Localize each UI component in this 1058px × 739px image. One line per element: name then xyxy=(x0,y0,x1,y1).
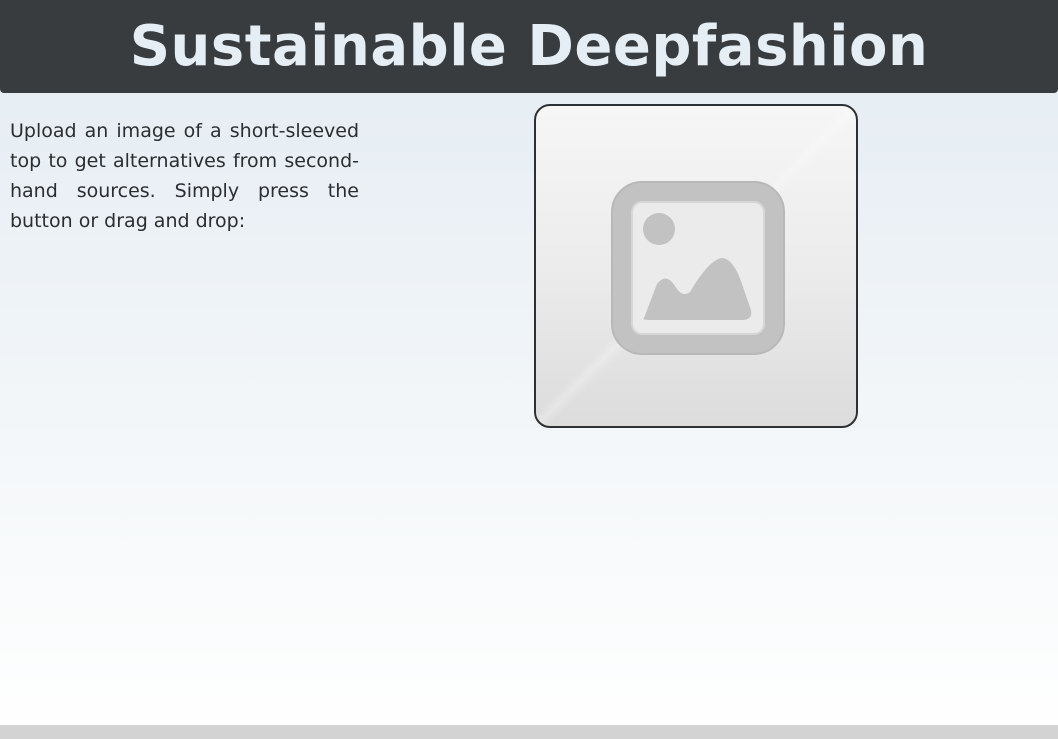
page-title: Sustainable Deepfashion xyxy=(129,14,929,79)
upload-instructions: Upload an image of a short-sleeved top t… xyxy=(10,120,359,232)
image-placeholder-icon xyxy=(611,181,785,355)
image-upload-dropzone[interactable] xyxy=(534,104,858,428)
page-header: Sustainable Deepfashion xyxy=(0,0,1058,93)
horizontal-scrollbar[interactable] xyxy=(0,725,1058,739)
